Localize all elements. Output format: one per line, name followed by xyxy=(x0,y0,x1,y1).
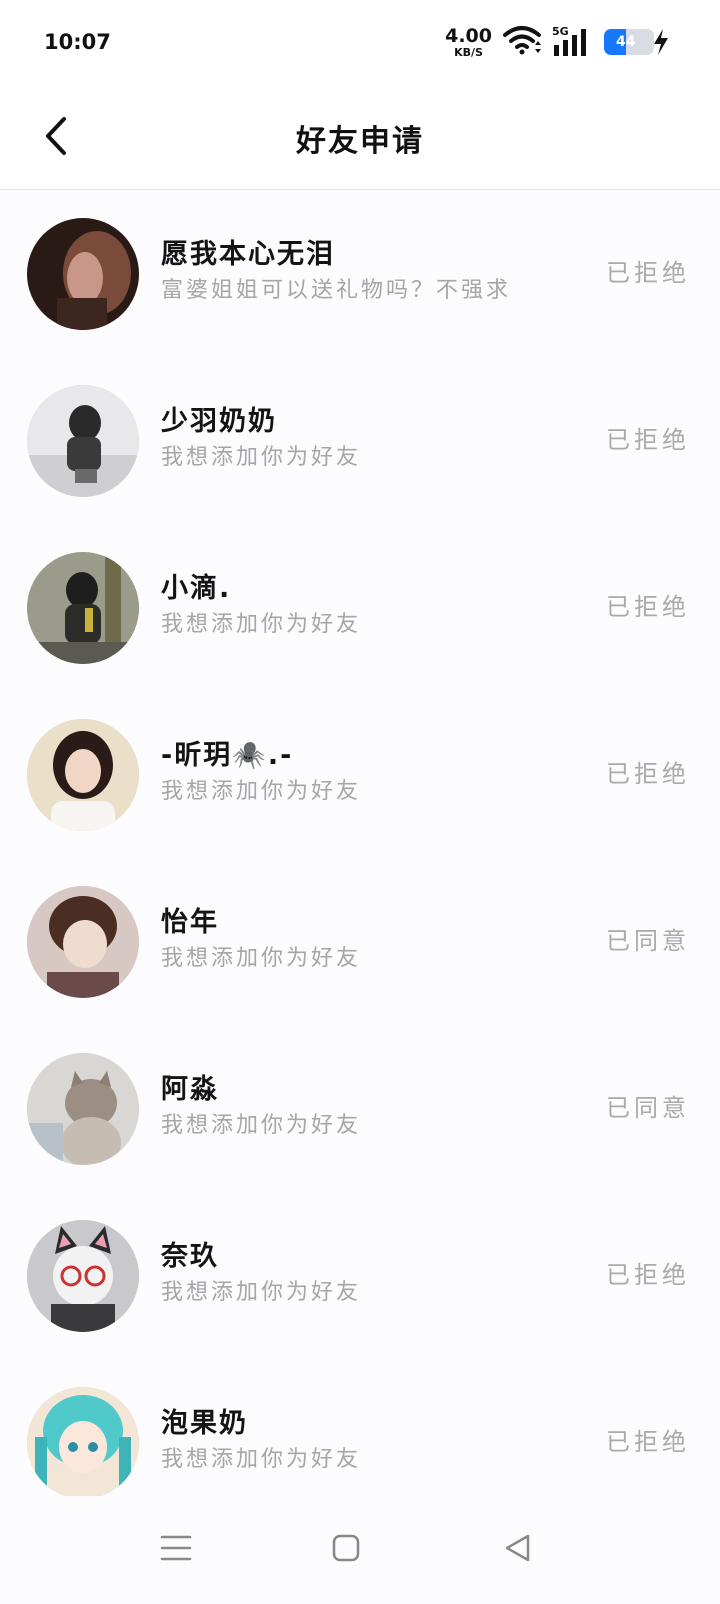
avatar[interactable] xyxy=(27,1387,139,1499)
system-navigation-bar xyxy=(0,1496,720,1604)
request-status: 已同意 xyxy=(606,1094,690,1122)
back-triangle-icon xyxy=(503,1533,533,1567)
request-message: 我想添加你为好友 xyxy=(161,1447,362,1472)
avatar[interactable] xyxy=(27,385,139,497)
charging-bolt-icon xyxy=(652,28,670,60)
request-message: 我想添加你为好友 xyxy=(161,779,362,804)
request-status: 已拒绝 xyxy=(606,426,690,454)
network-speed: 4.00 KB/S xyxy=(445,24,492,59)
request-message: 我想添加你为好友 xyxy=(161,1113,362,1138)
system-back-button[interactable] xyxy=(494,1530,542,1570)
home-square-icon xyxy=(331,1533,361,1567)
request-status: 已同意 xyxy=(606,927,690,955)
menu-icon xyxy=(160,1533,192,1567)
requester-name: 泡果奶 xyxy=(161,1408,248,1439)
network-speed-unit: KB/S xyxy=(454,45,483,59)
friend-request-row[interactable]: 小滴. 我想添加你为好友 已拒绝 xyxy=(0,524,720,691)
request-status: 已拒绝 xyxy=(606,1428,690,1456)
avatar[interactable] xyxy=(27,1220,139,1332)
request-status: 已拒绝 xyxy=(606,259,690,287)
request-message: 我想添加你为好友 xyxy=(161,612,362,637)
request-status: 已拒绝 xyxy=(606,593,690,621)
request-message: 我想添加你为好友 xyxy=(161,445,362,470)
status-time: 10:07 xyxy=(44,30,111,54)
avatar[interactable] xyxy=(27,719,139,831)
cellular-signal-icon: 5G xyxy=(552,25,594,57)
battery-level: 44 xyxy=(616,34,636,50)
avatar[interactable] xyxy=(27,218,139,330)
network-speed-value: 4.00 xyxy=(445,24,492,47)
friend-request-row[interactable]: -昕玥🕷️.- 我想添加你为好友 已拒绝 xyxy=(0,691,720,858)
requester-name: 怡年 xyxy=(161,907,219,938)
request-message: 富婆姐姐可以送礼物吗？不强求 xyxy=(161,278,512,303)
requester-name: 小滴. xyxy=(161,573,232,604)
request-message: 我想添加你为好友 xyxy=(161,1280,362,1305)
requester-name: 奈玖 xyxy=(161,1241,219,1272)
request-message: 我想添加你为好友 xyxy=(161,946,362,971)
status-indicators: 4.00 KB/S 5G 44 xyxy=(445,22,654,62)
menu-button[interactable] xyxy=(152,1530,200,1570)
home-button[interactable] xyxy=(322,1530,370,1570)
requester-name: 阿淼 xyxy=(161,1074,219,1105)
page-title: 好友申请 xyxy=(296,124,424,159)
wifi-icon xyxy=(502,25,542,59)
requester-name: 少羽奶奶 xyxy=(161,406,277,437)
avatar[interactable] xyxy=(27,1053,139,1165)
friend-request-list: 愿我本心无泪 富婆姐姐可以送礼物吗？不强求 已拒绝 少羽奶奶 我想添加你为好友 … xyxy=(0,190,720,1526)
page-header: 好友申请 xyxy=(0,86,720,190)
avatar[interactable] xyxy=(27,552,139,664)
friend-request-row[interactable]: 怡年 我想添加你为好友 已同意 xyxy=(0,858,720,1025)
friend-request-row[interactable]: 阿淼 我想添加你为好友 已同意 xyxy=(0,1025,720,1192)
friend-request-row[interactable]: 奈玖 我想添加你为好友 已拒绝 xyxy=(0,1192,720,1359)
avatar[interactable] xyxy=(27,886,139,998)
battery-indicator: 44 xyxy=(604,29,654,55)
status-bar: 10:07 4.00 KB/S 5G 44 xyxy=(0,0,720,86)
requester-name: -昕玥🕷️.- xyxy=(161,740,294,771)
friend-request-row[interactable]: 少羽奶奶 我想添加你为好友 已拒绝 xyxy=(0,357,720,524)
friend-request-row[interactable]: 愿我本心无泪 富婆姐姐可以送礼物吗？不强求 已拒绝 xyxy=(0,190,720,357)
request-status: 已拒绝 xyxy=(606,760,690,788)
request-status: 已拒绝 xyxy=(606,1261,690,1289)
requester-name: 愿我本心无泪 xyxy=(161,239,335,270)
